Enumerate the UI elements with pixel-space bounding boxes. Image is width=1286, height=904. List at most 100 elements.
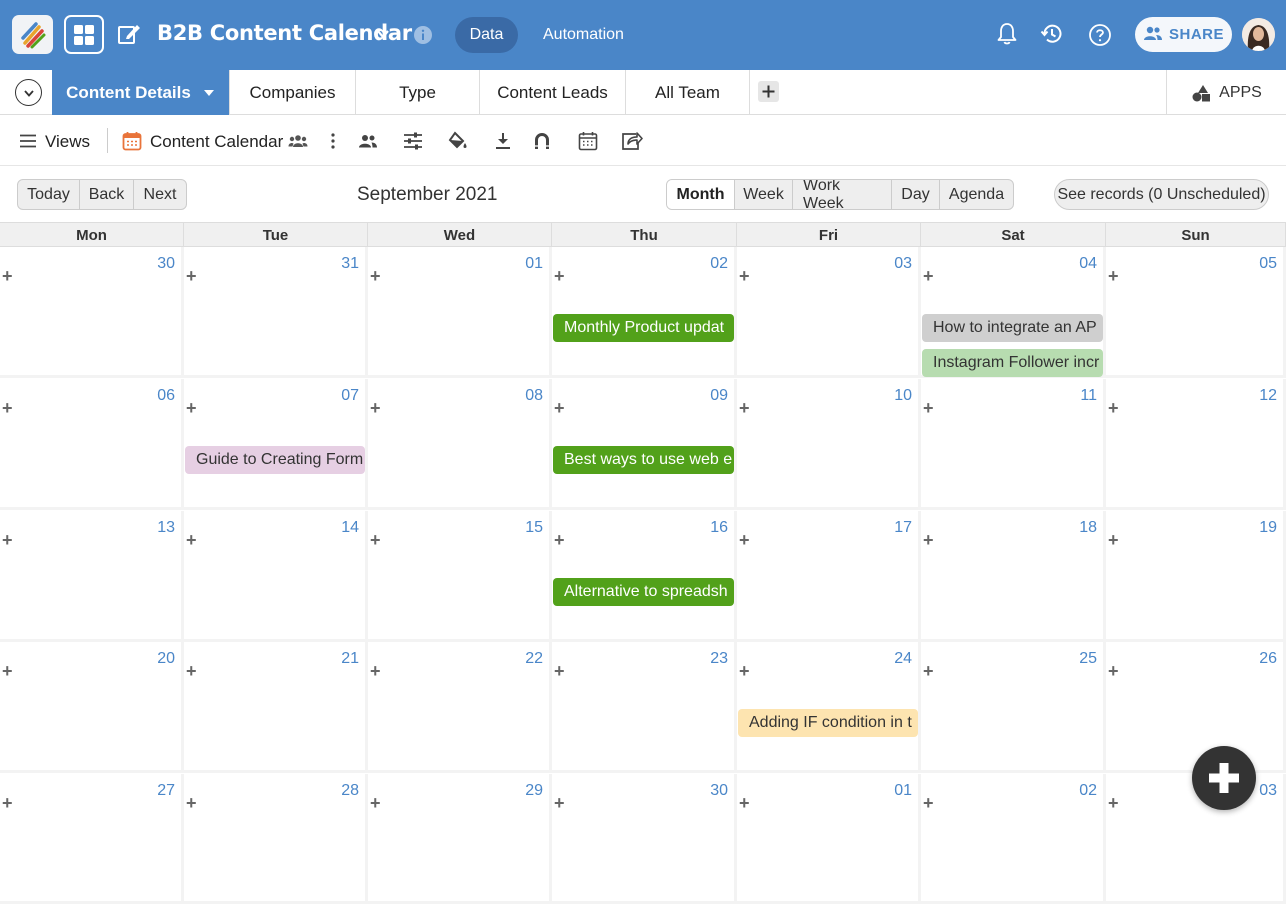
- day-cell[interactable]: +16: [552, 511, 737, 642]
- day-number[interactable]: 24: [894, 650, 912, 668]
- add-event-plus-icon[interactable]: +: [370, 531, 381, 549]
- day-number[interactable]: 13: [157, 519, 175, 537]
- add-event-plus-icon[interactable]: +: [370, 662, 381, 680]
- day-number[interactable]: 27: [157, 782, 175, 800]
- day-cell[interactable]: +28: [184, 774, 368, 904]
- add-event-plus-icon[interactable]: +: [2, 531, 13, 549]
- day-number[interactable]: 30: [157, 255, 175, 273]
- magnet-icon[interactable]: [531, 130, 553, 152]
- tab-type[interactable]: Type: [356, 70, 480, 115]
- add-event-plus-icon[interactable]: +: [370, 794, 381, 812]
- view-agenda-button[interactable]: Agenda: [940, 180, 1013, 209]
- views-button[interactable]: Views: [45, 132, 90, 152]
- day-cell[interactable]: +05: [1106, 247, 1286, 378]
- event-card[interactable]: Monthly Product updat: [553, 314, 734, 342]
- day-cell[interactable]: +18: [921, 511, 1106, 642]
- tab-content-leads[interactable]: Content Leads: [480, 70, 626, 115]
- add-record-fab-button[interactable]: [1192, 746, 1256, 810]
- tab-companies[interactable]: Companies: [230, 70, 356, 115]
- add-event-plus-icon[interactable]: +: [923, 399, 934, 417]
- day-cell[interactable]: +30: [0, 247, 184, 378]
- view-work-week-button[interactable]: Work Week: [793, 180, 892, 209]
- day-cell[interactable]: +22: [368, 642, 552, 773]
- team-icon[interactable]: [287, 130, 309, 152]
- add-event-plus-icon[interactable]: +: [186, 399, 197, 417]
- day-cell[interactable]: +31: [184, 247, 368, 378]
- day-cell[interactable]: +03: [737, 247, 921, 378]
- day-cell[interactable]: +15: [368, 511, 552, 642]
- event-card[interactable]: Instagram Follower incr: [922, 349, 1103, 377]
- day-number[interactable]: 01: [894, 782, 912, 800]
- day-number[interactable]: 09: [710, 387, 728, 405]
- add-event-plus-icon[interactable]: +: [1108, 531, 1119, 549]
- day-number[interactable]: 14: [341, 519, 359, 537]
- edit-icon[interactable]: [117, 22, 141, 46]
- day-number[interactable]: 17: [894, 519, 912, 537]
- day-number[interactable]: 30: [710, 782, 728, 800]
- add-event-plus-icon[interactable]: +: [1108, 267, 1119, 285]
- next-button[interactable]: Next: [134, 180, 186, 209]
- view-month-button[interactable]: Month: [667, 180, 735, 209]
- day-cell[interactable]: +01: [737, 774, 921, 904]
- day-cell[interactable]: +09: [552, 379, 737, 510]
- day-cell[interactable]: +21: [184, 642, 368, 773]
- add-event-plus-icon[interactable]: +: [554, 399, 565, 417]
- calendar-grid-icon[interactable]: [577, 130, 599, 152]
- day-number[interactable]: 22: [525, 650, 543, 668]
- day-number[interactable]: 02: [1079, 782, 1097, 800]
- day-number[interactable]: 07: [341, 387, 359, 405]
- day-cell[interactable]: +23: [552, 642, 737, 773]
- day-cell[interactable]: +29: [368, 774, 552, 904]
- day-number[interactable]: 06: [157, 387, 175, 405]
- day-cell[interactable]: +11: [921, 379, 1106, 510]
- hamburger-icon[interactable]: [17, 130, 39, 152]
- add-event-plus-icon[interactable]: +: [739, 662, 750, 680]
- day-number[interactable]: 28: [341, 782, 359, 800]
- day-number[interactable]: 12: [1259, 387, 1277, 405]
- day-number[interactable]: 15: [525, 519, 543, 537]
- day-cell[interactable]: +20: [0, 642, 184, 773]
- day-cell[interactable]: +17: [737, 511, 921, 642]
- calendar-view-name[interactable]: Content Calendar: [150, 132, 283, 152]
- app-logo-icon[interactable]: [12, 15, 53, 54]
- collapse-chevron-icon[interactable]: [15, 79, 42, 106]
- day-cell[interactable]: +24: [737, 642, 921, 773]
- history-icon[interactable]: [1040, 22, 1064, 46]
- chevron-down-icon[interactable]: [376, 27, 390, 41]
- day-cell[interactable]: +06: [0, 379, 184, 510]
- day-number[interactable]: 16: [710, 519, 728, 537]
- add-event-plus-icon[interactable]: +: [923, 531, 934, 549]
- add-event-plus-icon[interactable]: +: [2, 662, 13, 680]
- add-event-plus-icon[interactable]: +: [370, 267, 381, 285]
- day-number[interactable]: 23: [710, 650, 728, 668]
- day-number[interactable]: 20: [157, 650, 175, 668]
- add-event-plus-icon[interactable]: +: [186, 531, 197, 549]
- day-number[interactable]: 02: [710, 255, 728, 273]
- day-number[interactable]: 29: [525, 782, 543, 800]
- add-event-plus-icon[interactable]: +: [370, 399, 381, 417]
- day-number[interactable]: 19: [1259, 519, 1277, 537]
- filter-sliders-icon[interactable]: [402, 130, 424, 152]
- bell-icon[interactable]: [996, 22, 1018, 46]
- day-cell[interactable]: +19: [1106, 511, 1286, 642]
- today-button[interactable]: Today: [18, 180, 80, 209]
- data-tab-button[interactable]: Data: [455, 17, 518, 53]
- day-number[interactable]: 01: [525, 255, 543, 273]
- help-icon[interactable]: [1088, 23, 1112, 47]
- info-icon[interactable]: [413, 25, 433, 45]
- day-cell[interactable]: +12: [1106, 379, 1286, 510]
- more-vertical-icon[interactable]: [322, 130, 344, 152]
- day-number[interactable]: 10: [894, 387, 912, 405]
- event-card[interactable]: Best ways to use web e: [553, 446, 734, 474]
- tab-all-team[interactable]: All Team: [626, 70, 750, 115]
- day-number[interactable]: 05: [1259, 255, 1277, 273]
- add-event-plus-icon[interactable]: +: [554, 267, 565, 285]
- day-number[interactable]: 04: [1079, 255, 1097, 273]
- see-records-button[interactable]: See records (0 Unscheduled): [1054, 179, 1269, 210]
- day-number[interactable]: 31: [341, 255, 359, 273]
- back-button[interactable]: Back: [80, 180, 134, 209]
- event-card[interactable]: How to integrate an AP: [922, 314, 1103, 342]
- day-number[interactable]: 21: [341, 650, 359, 668]
- apps-button[interactable]: APPS: [1166, 70, 1286, 115]
- day-number[interactable]: 08: [525, 387, 543, 405]
